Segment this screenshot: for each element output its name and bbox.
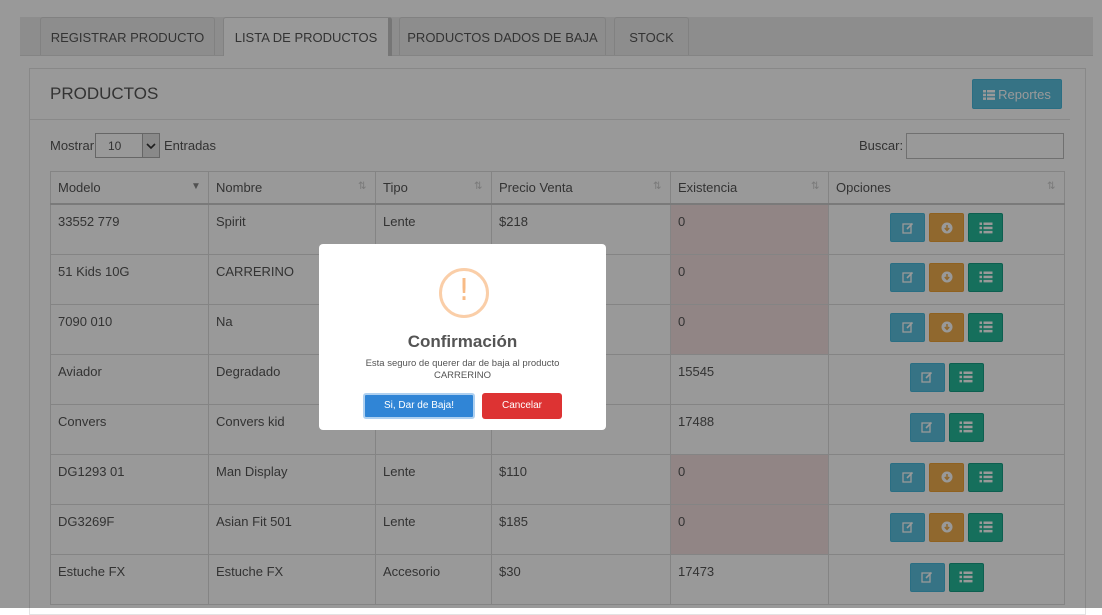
confirmation-dialog: ! Confirmación Esta seguro de querer dar…: [319, 244, 606, 430]
dialog-message: Esta seguro de querer dar de baja al pro…: [365, 358, 560, 381]
dialog-title: Confirmación: [407, 332, 518, 351]
cancel-button[interactable]: Cancelar: [482, 393, 562, 419]
confirm-button[interactable]: Si, Dar de Baja!: [363, 393, 475, 419]
warning-icon: !: [439, 268, 489, 318]
